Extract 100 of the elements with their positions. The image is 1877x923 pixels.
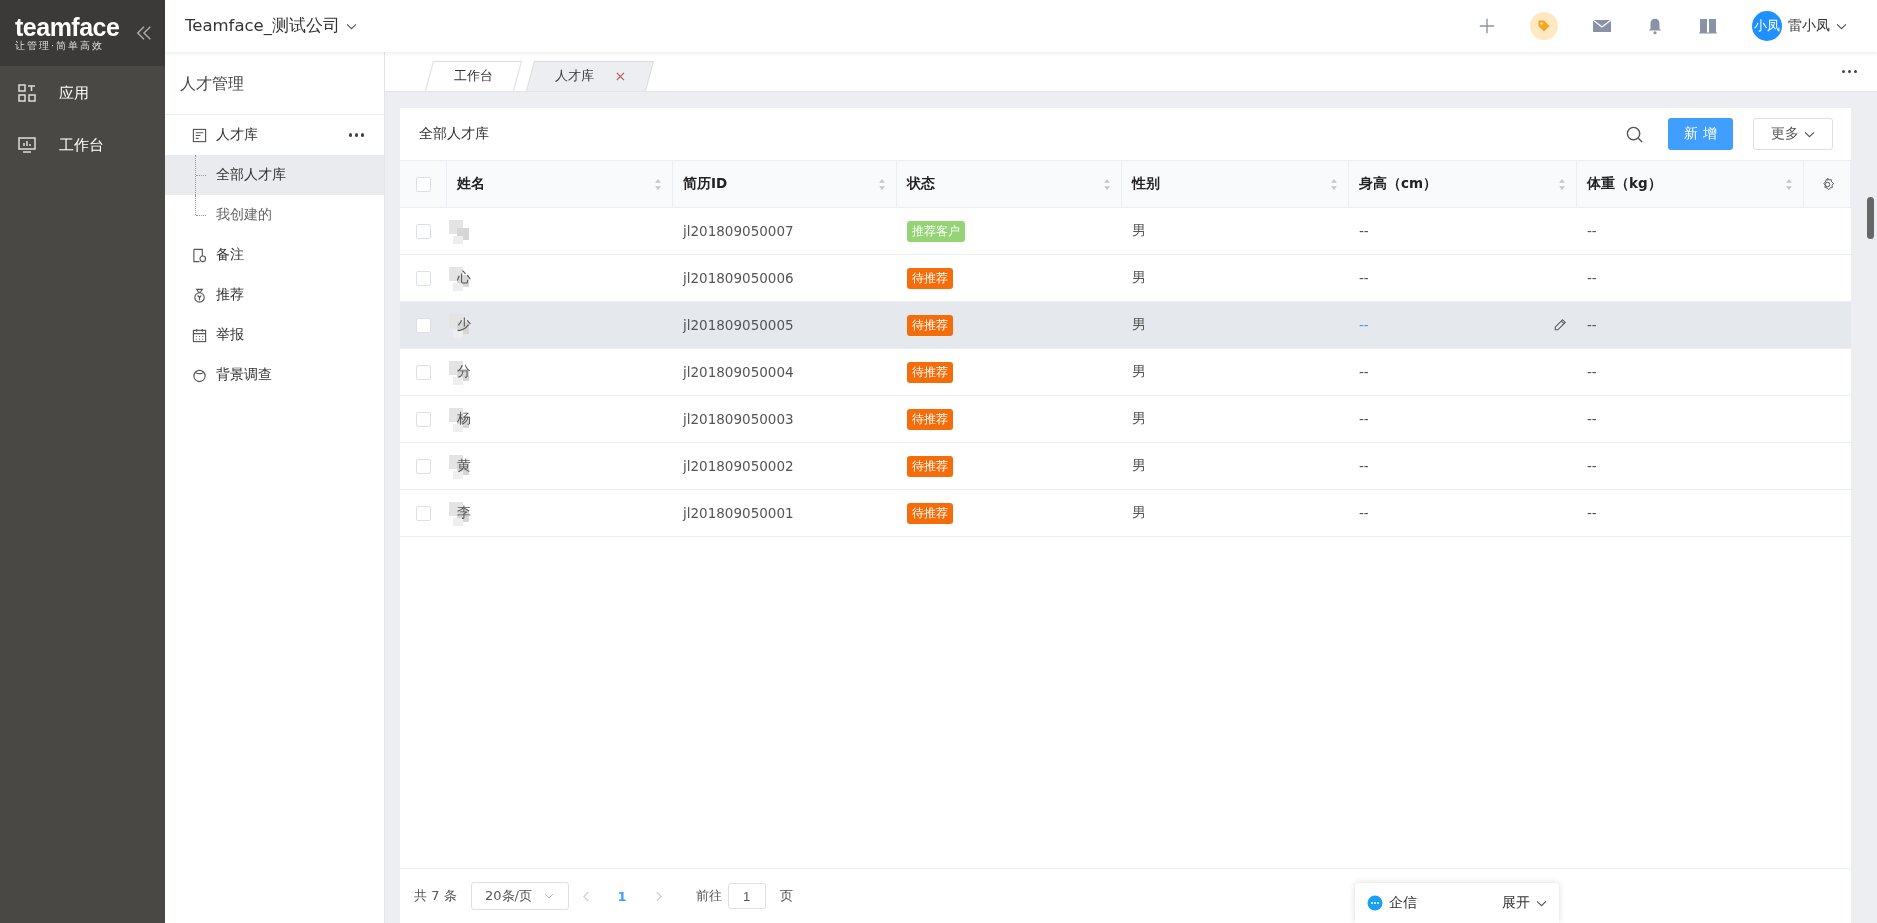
expand-link[interactable]: 展开 xyxy=(1502,894,1530,912)
prev-page-icon[interactable] xyxy=(582,890,590,902)
calendar-icon xyxy=(192,327,207,343)
checkbox[interactable] xyxy=(416,458,431,474)
next-page-icon[interactable] xyxy=(654,890,662,902)
menu-item[interactable]: 备注 xyxy=(165,235,384,275)
money-bag-icon xyxy=(192,287,207,303)
goto-label: 前往 xyxy=(695,887,722,905)
sort-icon[interactable] xyxy=(654,177,662,191)
sort-icon[interactable] xyxy=(1558,177,1566,191)
bell-icon[interactable] xyxy=(1646,17,1664,35)
close-icon[interactable] xyxy=(615,72,625,81)
column-header[interactable]: 姓名 xyxy=(457,175,485,193)
list-icon xyxy=(192,127,207,143)
page-size-select[interactable]: 20条/页 xyxy=(470,882,569,910)
monitor-icon xyxy=(17,135,37,155)
column-header[interactable]: 性别 xyxy=(1132,175,1160,193)
table-cell: jl201809050001 xyxy=(683,505,794,521)
status-tag: 待推荐 xyxy=(907,455,953,477)
sort-icon[interactable] xyxy=(1785,177,1793,191)
table-cell: jl201809050007 xyxy=(683,223,794,239)
tab[interactable]: 工作台 xyxy=(425,61,522,91)
table-cell: 男 xyxy=(1132,269,1146,287)
nav-item[interactable]: 工作台 xyxy=(0,120,165,170)
checkbox[interactable] xyxy=(416,223,431,239)
sort-icon[interactable] xyxy=(1330,177,1338,191)
module-title: 人才管理 xyxy=(165,52,384,115)
menu-item[interactable]: 推荐 xyxy=(165,275,384,315)
table-cell: jl201809050004 xyxy=(683,364,794,380)
checkbox[interactable] xyxy=(416,411,431,427)
table-row[interactable]: 李 jl201809050001 待推荐 男 -- -- xyxy=(400,490,1851,537)
submenu-item[interactable]: 全部人才库 xyxy=(165,155,384,195)
table-cell: jl201809050006 xyxy=(683,270,794,286)
table-row[interactable]: 分 jl201809050004 待推荐 男 -- -- xyxy=(400,349,1851,396)
table-cell: 男 xyxy=(1132,222,1146,240)
table-cell: 男 xyxy=(1132,457,1146,475)
table-cell: -- xyxy=(1359,505,1369,521)
slogan: 让管理·简单高效 xyxy=(15,39,106,53)
page-unit: 页 xyxy=(779,887,793,905)
page-input[interactable]: 1 xyxy=(727,883,766,909)
book-icon[interactable] xyxy=(1698,17,1718,35)
sort-icon[interactable] xyxy=(1103,177,1111,191)
submenu-item[interactable]: 我创建的 xyxy=(165,195,384,235)
caret-icon[interactable] xyxy=(346,22,357,30)
table-row[interactable]: 少 jl201809050005 待推荐 男 -- -- xyxy=(400,302,1851,349)
table-row[interactable]: 杨 jl201809050003 待推荐 男 -- -- xyxy=(400,396,1851,443)
scrollbar[interactable] xyxy=(1867,197,1874,239)
menu-item[interactable]: 举报 xyxy=(165,315,384,355)
table-row[interactable]: jl201809050007 推荐客户 男 -- -- xyxy=(400,208,1851,255)
pencil-icon[interactable] xyxy=(1553,318,1567,332)
table-cell: -- xyxy=(1359,411,1369,427)
caret-icon xyxy=(1804,130,1815,138)
table-row[interactable]: 黄 jl201809050002 待推荐 男 -- -- xyxy=(400,443,1851,490)
face-icon xyxy=(192,367,207,383)
table-cell: -- xyxy=(1359,458,1369,474)
column-header[interactable]: 身高（cm） xyxy=(1359,175,1438,193)
caret-icon[interactable] xyxy=(1536,899,1547,907)
table-cell: 心 xyxy=(457,269,471,287)
table-cell: jl201809050002 xyxy=(683,458,794,474)
checkbox[interactable] xyxy=(415,176,431,192)
user-name[interactable]: 雷小凤 xyxy=(1788,17,1830,35)
table-cell: 李 xyxy=(457,504,471,522)
checkbox[interactable] xyxy=(416,270,431,286)
column-header[interactable]: 状态 xyxy=(907,175,935,193)
more-icon[interactable] xyxy=(348,133,364,137)
status-tag: 待推荐 xyxy=(907,267,953,289)
checkbox[interactable] xyxy=(416,364,431,380)
tab[interactable]: 人才库 xyxy=(526,61,654,91)
nav-item[interactable]: 应用 xyxy=(0,68,165,118)
table-cell: -- xyxy=(1359,364,1369,380)
more-button[interactable]: 更多 xyxy=(1753,118,1833,150)
table-cell: -- xyxy=(1587,270,1597,286)
table-cell: -- xyxy=(1587,505,1597,521)
caret-icon xyxy=(544,893,554,899)
panel-title: 全部人才库 xyxy=(419,125,490,143)
menu-item[interactable]: 背景调查 xyxy=(165,355,384,395)
caret-icon[interactable] xyxy=(1836,22,1847,30)
mail-icon[interactable] xyxy=(1592,18,1612,34)
chat-icon xyxy=(1367,895,1383,911)
grid-icon xyxy=(17,83,37,103)
company-selector[interactable]: Teamface_测试公司 xyxy=(185,15,357,37)
plus-icon[interactable] xyxy=(1478,17,1496,35)
table-cell: 少 xyxy=(457,316,471,334)
table-cell: 杨 xyxy=(457,410,471,428)
table-cell: jl201809050005 xyxy=(683,317,794,333)
search-icon[interactable] xyxy=(1625,124,1644,144)
checkbox[interactable] xyxy=(416,317,431,333)
table-cell: 男 xyxy=(1132,410,1146,428)
sort-icon[interactable] xyxy=(878,177,886,191)
chat-widget[interactable]: 企信 展开 xyxy=(1355,883,1559,923)
table-cell: -- xyxy=(1587,364,1597,380)
total-count: 共 7 条 xyxy=(414,887,457,905)
column-header[interactable]: 简历ID xyxy=(683,175,728,193)
tag-icon[interactable] xyxy=(1530,12,1558,40)
collapse-icon[interactable] xyxy=(135,24,153,42)
table-cell: 男 xyxy=(1132,316,1146,334)
column-header[interactable]: 体重（kg） xyxy=(1587,175,1662,193)
checkbox[interactable] xyxy=(416,505,431,521)
menu-item[interactable]: 人才库 xyxy=(165,115,384,155)
table-cell: -- xyxy=(1359,317,1369,333)
